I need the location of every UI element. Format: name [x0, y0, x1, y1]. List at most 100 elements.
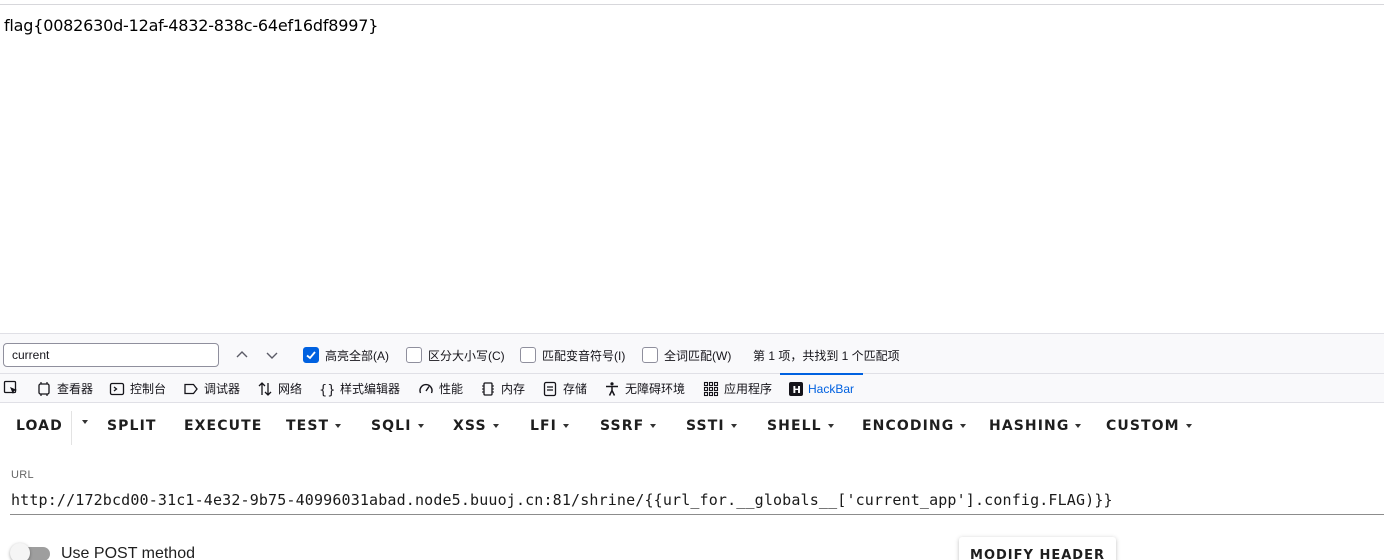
find-previous-button[interactable]	[230, 344, 254, 366]
match-case-option[interactable]: 区分大小写(C)	[406, 346, 505, 364]
checkmark-icon	[306, 351, 316, 360]
match-diacritics-option[interactable]: 匹配变音符号(I)	[520, 346, 625, 364]
tab-network-label: 网络	[278, 382, 303, 396]
sqli-menu-button[interactable]: SQLI	[371, 418, 424, 434]
whole-words-label: 全词匹配(W)	[664, 348, 732, 363]
caret-down-icon	[650, 424, 657, 428]
shell-menu-button[interactable]: SHELL	[767, 418, 834, 434]
caret-down-icon	[82, 420, 88, 424]
tab-style-editor-label: 样式编辑器	[340, 382, 401, 396]
caret-down-icon	[960, 424, 967, 428]
style-editor-icon: {}	[319, 383, 335, 397]
tab-console[interactable]: 控制台	[109, 374, 166, 403]
chevron-up-icon	[236, 351, 248, 358]
shell-menu-label: SHELL	[767, 418, 822, 434]
load-button[interactable]: LOAD	[16, 418, 63, 434]
test-menu-label: TEST	[286, 418, 330, 434]
caret-down-icon	[492, 424, 499, 428]
accessibility-icon	[606, 381, 618, 396]
encoding-menu-label: ENCODING	[862, 418, 955, 434]
whole-words-checkbox[interactable]	[642, 347, 658, 363]
find-bar: 高亮全部(A) 区分大小写(C) 匹配变音符号(I) 全词匹配(W) 第 1 项…	[0, 333, 1384, 373]
modify-header-button[interactable]: MODIFY HEADER	[959, 537, 1116, 560]
custom-menu-label: CUSTOM	[1106, 418, 1180, 434]
hashing-menu-label: HASHING	[989, 418, 1070, 434]
match-diacritics-label: 匹配变音符号(I)	[542, 348, 626, 363]
inspector-icon	[38, 381, 50, 396]
tab-debugger-label: 调试器	[204, 382, 241, 396]
sqli-menu-label: SQLI	[371, 418, 412, 434]
lfi-menu-button[interactable]: LFI	[530, 418, 569, 434]
tab-hackbar[interactable]: H HackBar	[780, 373, 864, 402]
tab-application-label: 应用程序	[724, 382, 773, 396]
tab-style-editor[interactable]: {} 样式编辑器	[319, 374, 400, 403]
post-method-label: Use POST method	[61, 545, 195, 560]
element-picker-icon	[3, 380, 17, 394]
hashing-menu-button[interactable]: HASHING	[989, 418, 1082, 434]
xss-menu-label: XSS	[453, 418, 487, 434]
url-input[interactable]: http://172bcd00-31c1-4e32-9b75-40996031a…	[11, 491, 1113, 509]
tab-application[interactable]: 应用程序	[703, 374, 772, 403]
url-field-label: URL	[11, 469, 34, 481]
ssti-menu-button[interactable]: SSTI	[686, 418, 737, 434]
find-input[interactable]	[3, 343, 219, 367]
caret-down-icon	[335, 424, 342, 428]
chevron-down-icon	[266, 352, 278, 359]
split-button[interactable]: SPLIT	[107, 418, 157, 434]
highlight-all-checkbox[interactable]	[303, 347, 319, 363]
xss-menu-button[interactable]: XSS	[453, 418, 499, 434]
storage-icon	[543, 381, 557, 396]
tab-debugger[interactable]: 调试器	[183, 374, 240, 403]
url-input-underline	[10, 514, 1384, 515]
network-icon	[258, 381, 272, 396]
element-picker-button[interactable]	[3, 380, 19, 401]
tab-performance[interactable]: 性能	[418, 374, 463, 403]
load-dropdown-button[interactable]	[76, 420, 88, 424]
tab-inspector-label: 查看器	[57, 382, 94, 396]
execute-button-label: EXECUTE	[184, 418, 263, 434]
console-icon	[109, 382, 125, 395]
custom-menu-button[interactable]: CUSTOM	[1106, 418, 1192, 434]
application-icon	[703, 381, 719, 396]
highlight-all-option[interactable]: 高亮全部(A)	[303, 346, 389, 364]
page-content: flag{0082630d-12af-4832-838c-64ef16df899…	[0, 5, 1384, 333]
tab-memory[interactable]: 内存	[480, 374, 525, 403]
svg-text:{}: {}	[319, 383, 335, 397]
ssrf-menu-label: SSRF	[600, 418, 645, 434]
debugger-icon	[184, 383, 198, 394]
tab-accessibility[interactable]: 无障碍环境	[604, 374, 685, 403]
memory-icon	[482, 381, 494, 396]
tab-inspector[interactable]: 查看器	[36, 374, 93, 403]
caret-down-icon	[730, 424, 737, 428]
flag-text: flag{0082630d-12af-4832-838c-64ef16df899…	[4, 16, 379, 35]
execute-button[interactable]: EXECUTE	[184, 418, 262, 434]
tab-storage-label: 存储	[563, 382, 588, 396]
whole-words-option[interactable]: 全词匹配(W)	[642, 346, 731, 364]
match-case-checkbox[interactable]	[406, 347, 422, 363]
tab-hackbar-label: HackBar	[808, 381, 855, 396]
find-next-button[interactable]	[260, 344, 284, 366]
match-diacritics-checkbox[interactable]	[520, 347, 536, 363]
caret-down-icon	[827, 424, 834, 428]
caret-down-icon	[1185, 424, 1192, 428]
performance-icon	[419, 383, 433, 393]
highlight-all-label: 高亮全部(A)	[325, 348, 389, 363]
caret-down-icon	[1075, 424, 1082, 428]
post-method-toggle-knob[interactable]	[10, 543, 30, 560]
load-divider	[71, 411, 72, 445]
split-button-label: SPLIT	[107, 418, 157, 434]
hackbar-toolbar: LOAD SPLIT EXECUTE TEST SQLI XSS LFI SSR…	[0, 403, 1384, 451]
devtools-toolbar: 查看器 控制台 调试器 网络 {} 样式编辑器 性能 内存 存储 无障碍环境 应…	[0, 373, 1384, 403]
ssrf-menu-button[interactable]: SSRF	[600, 418, 657, 434]
tab-console-label: 控制台	[130, 382, 167, 396]
caret-down-icon	[563, 424, 569, 428]
ssti-menu-label: SSTI	[686, 418, 725, 434]
tab-network[interactable]: 网络	[257, 374, 302, 403]
find-status: 第 1 项，共找到 1 个匹配项	[753, 349, 900, 363]
lfi-menu-label: LFI	[530, 418, 557, 434]
tab-accessibility-label: 无障碍环境	[625, 382, 686, 396]
tab-storage[interactable]: 存储	[542, 374, 587, 403]
encoding-menu-button[interactable]: ENCODING	[862, 418, 967, 434]
svg-text:H: H	[793, 385, 801, 396]
test-menu-button[interactable]: TEST	[286, 418, 342, 434]
